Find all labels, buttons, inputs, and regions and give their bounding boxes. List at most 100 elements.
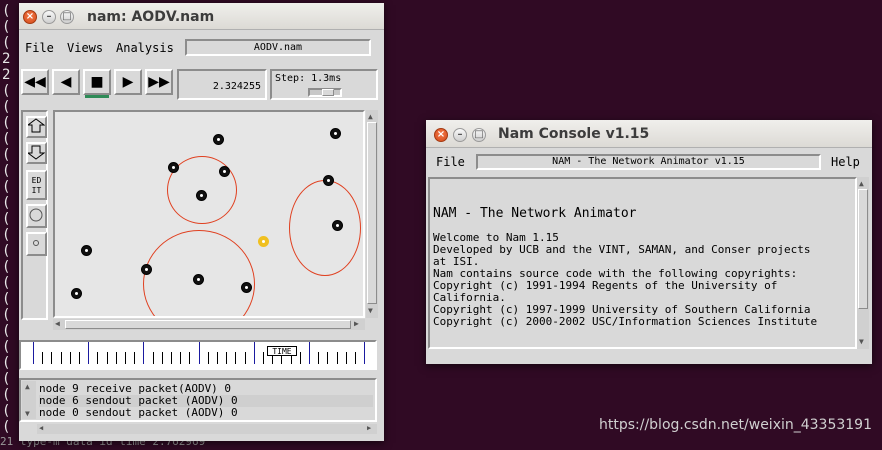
timeline-tick (309, 342, 310, 364)
console-text-area[interactable]: NAM - The Network Animator Welcome to Na… (428, 177, 857, 349)
console-titlebar[interactable]: × – □ Nam Console v1.15 (426, 120, 872, 148)
network-node[interactable]: 11 (71, 288, 82, 299)
network-node[interactable]: 6 (332, 220, 343, 231)
nam-titlebar[interactable]: × – □ nam: AODV.nam (19, 3, 384, 30)
terminal-line: ( (2, 211, 11, 227)
timeline-tick (79, 352, 80, 364)
terminal-line: ( (2, 19, 11, 35)
timeline-tick (345, 352, 347, 364)
terminal-line: ( (2, 419, 11, 435)
console-close-icon[interactable]: × (434, 128, 448, 142)
terminal-line: ( (2, 83, 11, 99)
annotation-panel: ▲ ▼ node 9 receive packet(AODV) 0 node 6… (19, 378, 377, 422)
timeline-tick (97, 352, 99, 364)
close-icon[interactable]: × (23, 10, 37, 24)
log-scroll-up-icon[interactable]: ▲ (25, 382, 30, 391)
network-node[interactable]: 1 (330, 128, 341, 139)
network-node[interactable]: 10 (241, 282, 252, 293)
timeline-tick (299, 352, 301, 364)
fast-rewind-button[interactable]: ◀◀ (21, 69, 49, 95)
network-topology: 0123456789101112 (55, 112, 363, 316)
terminal-line: ( (2, 147, 11, 163)
canvas-vscroll-thumb[interactable] (367, 122, 377, 304)
edit-button[interactable]: ED IT (26, 170, 47, 200)
network-node[interactable]: 8 (141, 264, 152, 275)
play-button[interactable]: ▶ (114, 69, 142, 95)
minimize-icon[interactable]: – (42, 10, 56, 24)
terminal-line: ( (2, 163, 11, 179)
network-node[interactable]: 3 (219, 166, 230, 177)
terminal-line: 2 (2, 51, 11, 67)
scroll-right-icon[interactable]: ▶ (354, 319, 359, 328)
log-scroll-down-icon[interactable]: ▼ (25, 409, 30, 418)
radio-large-icon[interactable] (26, 204, 47, 228)
console-scroll-down-icon[interactable]: ▼ (859, 337, 864, 346)
timeline-tick (355, 352, 356, 364)
timeline[interactable]: TIME (19, 340, 377, 370)
menu-analysis[interactable]: Analysis (116, 41, 174, 55)
network-node[interactable]: 9 (193, 274, 204, 285)
playback-controls: ◀◀ ◀ ■ ▶ ▶▶ (21, 69, 175, 99)
log-line[interactable]: node 0 sendout packet (AODV) 0 (39, 407, 373, 419)
terminal-line: 2 (2, 67, 11, 83)
console-vscroll-thumb[interactable] (858, 189, 868, 309)
network-node[interactable]: 0 (213, 134, 224, 145)
stop-button[interactable]: ■ (83, 69, 111, 95)
menu-views[interactable]: Views (67, 41, 103, 55)
terminal-line: ( (2, 99, 11, 115)
step-slider-handle[interactable] (322, 89, 334, 96)
zoom-out-icon[interactable] (26, 142, 47, 164)
console-maximize-icon[interactable]: □ (472, 128, 486, 142)
timeline-tick (106, 352, 108, 364)
radio-small-icon[interactable] (26, 232, 47, 256)
maximize-icon[interactable]: □ (60, 10, 74, 24)
network-node[interactable]: 5 (196, 190, 207, 201)
log-vscrollbar[interactable]: ▲ ▼ (22, 381, 36, 419)
step-control: Step: 1.3ms (270, 69, 378, 100)
scroll-left-icon[interactable]: ◀ (55, 319, 60, 328)
canvas-vscrollbar[interactable]: ▲ ▼ (366, 110, 378, 318)
console-minimize-icon[interactable]: – (453, 128, 467, 142)
terminal-line: ( (2, 259, 11, 275)
timeline-tick (217, 352, 218, 364)
terminal-line: ( (2, 355, 11, 371)
terminal-line: ( (2, 307, 11, 323)
timeline-tick (336, 352, 338, 364)
timeline-tick (327, 352, 329, 364)
timeline-tick (364, 342, 366, 364)
fast-forward-button[interactable]: ▶▶ (145, 69, 173, 95)
menu-file[interactable]: File (25, 41, 54, 55)
network-node[interactable]: 7 (81, 245, 92, 256)
console-scroll-up-icon[interactable]: ▲ (859, 179, 864, 188)
animation-canvas[interactable]: 0123456789101112 (53, 110, 365, 318)
timeline-tick (161, 352, 163, 364)
console-title: Nam Console v1.15 (498, 126, 650, 142)
scroll-up-icon[interactable]: ▲ (368, 112, 373, 121)
terminal-line: ( (2, 403, 11, 419)
step-slider[interactable] (308, 88, 342, 97)
canvas-hscrollbar[interactable]: ◀ ▶ (53, 319, 365, 330)
console-menu-file[interactable]: File (436, 155, 465, 169)
log-scroll-left-icon[interactable]: ◀ (39, 424, 43, 432)
time-marker[interactable]: TIME (267, 346, 297, 356)
scroll-down-icon[interactable]: ▼ (368, 306, 373, 315)
timeline-tick (207, 352, 209, 364)
network-node[interactable]: 4 (323, 175, 334, 186)
console-line: Developed by UCB and the VINT, SAMAN, an… (433, 243, 811, 256)
timeline-tick (115, 352, 117, 364)
console-vscrollbar[interactable]: ▲ ▼ (857, 177, 869, 349)
terminal-line: ( (2, 291, 11, 307)
timeline-tick (42, 352, 44, 364)
log-scroll-right-icon[interactable]: ▶ (367, 424, 371, 432)
timeline-tick (318, 352, 320, 364)
network-node[interactable]: 2 (168, 162, 179, 173)
timeline-tick (171, 352, 172, 364)
console-menu-help[interactable]: Help (831, 155, 860, 169)
zoom-in-icon[interactable] (26, 116, 47, 138)
network-node[interactable]: 12 (258, 236, 269, 247)
terminal-line: ( (2, 3, 11, 19)
rewind-button[interactable]: ◀ (52, 69, 80, 95)
canvas-hscroll-thumb[interactable] (65, 320, 351, 329)
terminal-line: ( (2, 371, 11, 387)
log-hscrollbar[interactable]: ◀ ▶ (37, 424, 377, 434)
